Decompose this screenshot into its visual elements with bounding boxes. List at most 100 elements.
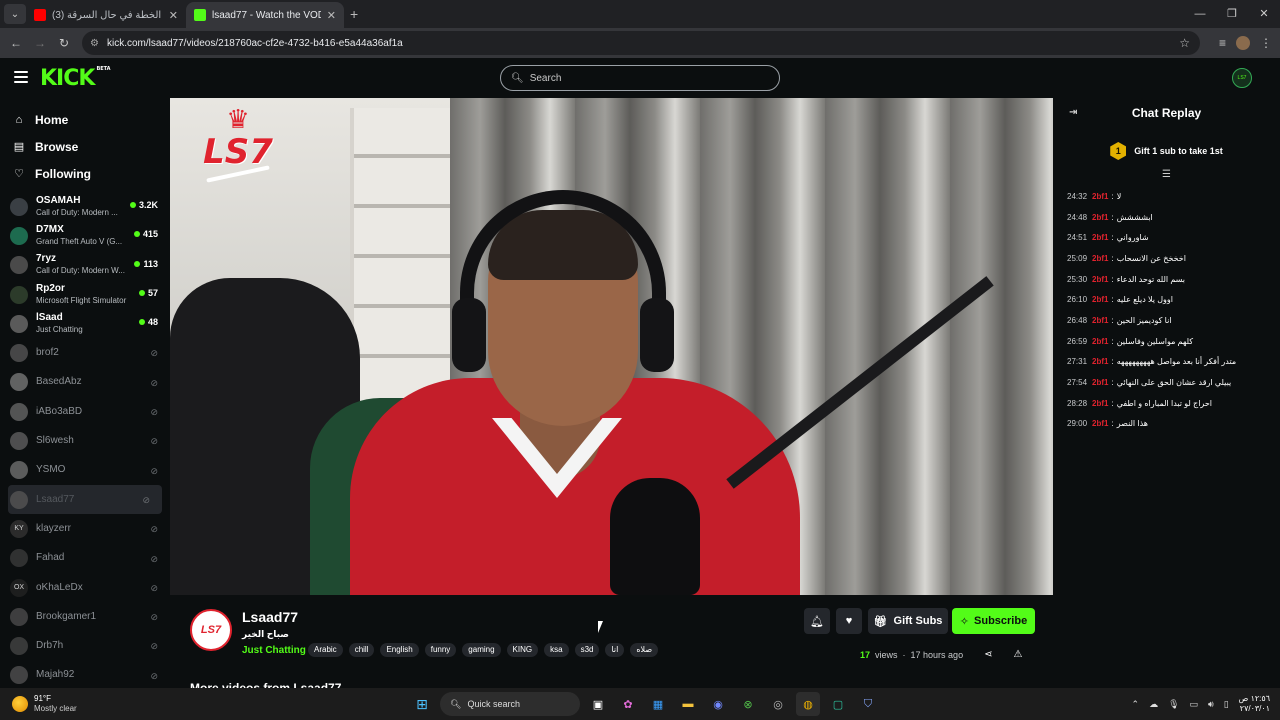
sidebar-channel-osamah[interactable]: OSAMAH Call of Duty: Modern ... 3.2K [0, 192, 170, 221]
taskbar-search[interactable]: 🔍︎ Quick search [440, 692, 580, 716]
sidebar-channel-d7mx[interactable]: D7MX Grand Theft Auto V (G... 415 [0, 221, 170, 250]
menu-icon[interactable]: ⋮ [1260, 36, 1272, 50]
message-username[interactable]: 2bf1 [1092, 419, 1108, 428]
stream-tag[interactable]: chill [348, 643, 375, 657]
steam-icon[interactable]: ◎ [766, 692, 790, 716]
channel-avatar[interactable]: LS7 [190, 609, 232, 651]
reload-icon[interactable]: ↻ [52, 36, 76, 50]
video-player[interactable]: ♛ LS7 [170, 98, 1053, 595]
sidebar-nav-following[interactable]: ♡ Following [0, 160, 170, 187]
profile-avatar[interactable] [1236, 36, 1250, 50]
follow-heart-button[interactable]: ♥ [836, 608, 862, 634]
sidebar-channel-klayzerr[interactable]: KY klayzerr ⊘ [0, 514, 170, 543]
sidebar-channel-fahad[interactable]: Fahad ⊘ [0, 544, 170, 573]
close-window-icon[interactable]: ✕ [1248, 0, 1280, 28]
xbox-icon[interactable]: ⊗ [736, 692, 760, 716]
sidebar-channel-rp2or[interactable]: Rp2or Microsoft Flight Simulator 57 [0, 280, 170, 309]
sidebar-nav-home[interactable]: ⌂ Home [0, 106, 170, 133]
stream-tag[interactable]: funny [424, 643, 457, 657]
message-username[interactable]: 2bf1 [1092, 378, 1108, 387]
browser-tab-kick[interactable]: lsaad77 - Watch the VOD on Kick ✕ [186, 2, 344, 28]
sidebar-channel-ysmo[interactable]: YSMO ⊘ [0, 456, 170, 485]
message-username[interactable]: 2bf1 [1092, 275, 1108, 284]
address-bar[interactable]: ⚙ kick.com/lsaad77/videos/218760ac-cf2e-… [82, 31, 1200, 55]
playlist-icon[interactable]: ≡ [1219, 36, 1226, 50]
stream-tag[interactable]: KING [506, 643, 539, 657]
message-username[interactable]: 2bf1 [1092, 254, 1108, 263]
collapse-chat-icon[interactable]: ⇥ [1069, 107, 1077, 118]
clock[interactable]: ١٢:٥٦ ص ٢٧/٠٣/٠١ [1239, 694, 1270, 714]
chat-app-icon[interactable]: ▢ [826, 692, 850, 716]
security-icon[interactable]: ⛉ [856, 692, 880, 716]
gift-subs-button[interactable]: 🎁︎ Gift Subs [868, 608, 948, 634]
new-tab-button[interactable]: + [350, 6, 358, 22]
sidebar-channel-basedabz[interactable]: BasedAbz ⊘ [0, 368, 170, 397]
stream-tag[interactable]: انا [605, 643, 625, 657]
message-username[interactable]: 2bf1 [1092, 192, 1108, 201]
close-icon[interactable]: ✕ [169, 9, 178, 22]
volume-icon[interactable]: 🔊︎ [1208, 699, 1214, 710]
back-icon[interactable]: ← [4, 36, 28, 50]
stream-tag[interactable]: Arabic [308, 643, 343, 657]
search-input[interactable]: 🔍︎ Search [500, 65, 780, 91]
sidebar-channel-iabo3abd[interactable]: iABo3aBD ⊘ [0, 397, 170, 426]
sidebar-channel-lsaad[interactable]: lSaad Just Chatting 48 [0, 309, 170, 338]
message-username[interactable]: 2bf1 [1092, 357, 1108, 366]
star-icon[interactable]: ☆ [1179, 36, 1190, 50]
offline-icon: ⊘ [142, 494, 150, 505]
microphone-icon[interactable]: 🎙︎ [1168, 699, 1179, 710]
sidebar-channel-lsaad77[interactable]: Lsaad77 ⊘ [8, 484, 162, 515]
message-username[interactable]: 2bf1 [1092, 316, 1108, 325]
sidebar-channel-brookgamer1[interactable]: Brookgamer1 ⊘ [0, 602, 170, 631]
network-icon[interactable]: ▭ [1190, 699, 1199, 710]
message-username[interactable]: 2bf1 [1092, 213, 1108, 222]
stream-tag[interactable]: gaming [462, 643, 501, 657]
gift-leaderboard[interactable]: 1 Gift 1 sub to take 1st [1053, 136, 1280, 166]
stream-tag[interactable]: ksa [544, 643, 569, 657]
subscribe-button[interactable]: ✧ Subscribe [952, 608, 1035, 634]
discord-icon[interactable]: ◉ [706, 692, 730, 716]
close-icon[interactable]: ✕ [327, 9, 336, 22]
site-info-icon[interactable]: ⚙ [90, 38, 99, 49]
sidebar-channel-sl6wesh[interactable]: Sl6wesh ⊘ [0, 426, 170, 455]
crown-icon: ♛ [226, 104, 250, 134]
chat-message: 26:10 2bf1: اوول يلا ديلع عليه [1053, 289, 1280, 310]
notification-bell-button[interactable]: 🔔︎ [804, 608, 830, 634]
filter-icon[interactable]: ☰ [1053, 168, 1280, 182]
minimize-icon[interactable]: — [1184, 0, 1216, 28]
category-link[interactable]: Just Chatting [242, 645, 306, 656]
copilot-icon[interactable]: ✿ [616, 692, 640, 716]
sidebar-nav-browse[interactable]: ▤ Browse [0, 133, 170, 160]
windows-start-icon[interactable]: ⊞ [410, 692, 434, 716]
onedrive-icon[interactable]: ☁ [1149, 699, 1158, 710]
message-username[interactable]: 2bf1 [1092, 295, 1108, 304]
sidebar-channel-okhaledx[interactable]: OX oKhaLeDx ⊘ [0, 573, 170, 602]
chevron-up-icon[interactable]: ⌃ [1132, 699, 1140, 710]
message-username[interactable]: 2bf1 [1092, 337, 1108, 346]
file-explorer-icon[interactable]: ▬ [676, 692, 700, 716]
stream-tag[interactable]: English [380, 643, 419, 657]
sidebar-channel-majah92[interactable]: Majah92 ⊘ [0, 661, 170, 688]
store-icon[interactable]: ▦ [646, 692, 670, 716]
message-username[interactable]: 2bf1 [1092, 399, 1108, 408]
maximize-icon[interactable]: ❐ [1216, 0, 1248, 28]
user-avatar[interactable]: LS7 [1232, 68, 1252, 88]
channel-name[interactable]: Lsaad77 [242, 609, 298, 625]
weather-widget[interactable]: 91°F Mostly clear [12, 694, 77, 714]
chrome-icon[interactable]: ◍ [796, 692, 820, 716]
kick-logo[interactable]: KICK BETA [40, 66, 111, 91]
message-username[interactable]: 2bf1 [1092, 233, 1108, 242]
task-view-icon[interactable]: ▣ [586, 692, 610, 716]
sidebar-channel-7ryz[interactable]: 7ryz Call of Duty: Modern W... 113 [0, 251, 170, 280]
browser-tab-youtube[interactable]: (3) الخطة في حال السرقة - YouTube ✕ [26, 2, 186, 28]
hamburger-menu-icon[interactable] [14, 71, 28, 83]
sidebar-channel-drb7h[interactable]: Drb7h ⊘ [0, 631, 170, 660]
forward-icon[interactable]: → [28, 36, 52, 50]
report-icon[interactable]: ⚠ [1013, 649, 1022, 660]
battery-icon[interactable]: ▯ [1224, 699, 1229, 710]
tab-list-button[interactable]: ⌄ [4, 4, 26, 24]
share-icon[interactable]: ⋖ [984, 649, 992, 660]
stream-tag[interactable]: صلاه [630, 643, 659, 657]
sidebar-channel-brof2[interactable]: brof2 ⊘ [0, 338, 170, 367]
stream-tag[interactable]: s3d [574, 643, 600, 657]
